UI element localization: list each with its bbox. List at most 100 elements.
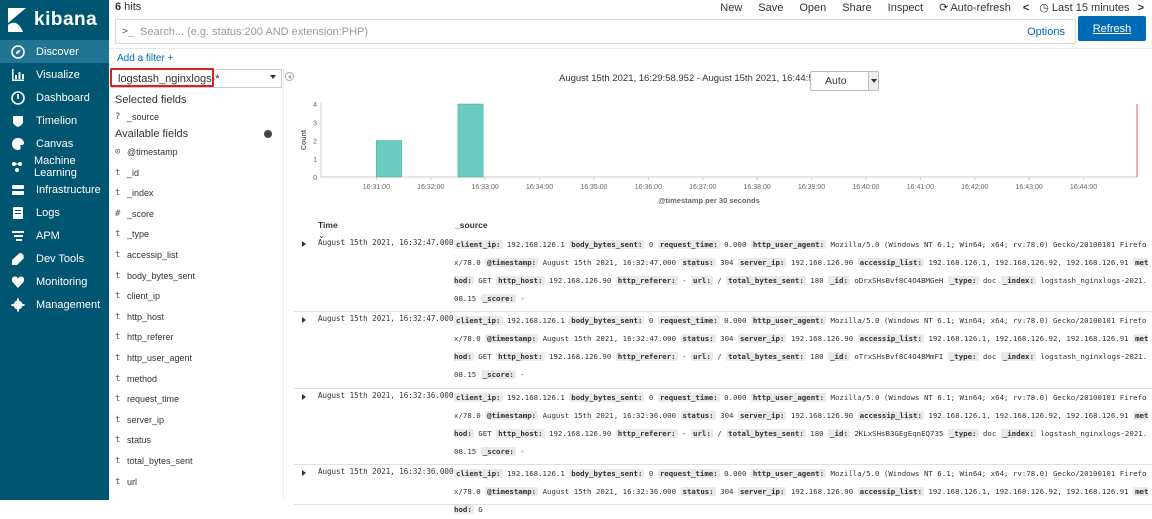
nav-item-dev-tools[interactable]: Dev Tools [0, 247, 109, 270]
source-field-key: @timestamp: [485, 258, 539, 267]
inspect-button[interactable]: Inspect [888, 2, 923, 14]
source-field-value: 0 [648, 240, 654, 249]
save-button[interactable]: Save [758, 2, 783, 14]
field-item-request-time[interactable]: t request_time [115, 392, 179, 406]
field-name: _type [127, 229, 150, 240]
x-tick-label: 16:40:00 [852, 184, 879, 191]
gear-icon[interactable] [264, 130, 272, 138]
table-row[interactable]: August 15th 2021, 16:32:47.000 client_ip:… [294, 312, 1152, 389]
refresh-button[interactable]: Refresh [1078, 16, 1146, 41]
expand-row-icon[interactable] [302, 317, 306, 323]
table-row[interactable]: August 15th 2021, 16:32:36.000 client_ip:… [294, 465, 1152, 514]
nav-item-label: Dev Tools [36, 252, 85, 265]
source-field-key: http_host: [496, 352, 545, 361]
expand-row-icon[interactable] [302, 470, 306, 476]
source-field-value: - [520, 294, 525, 303]
source-field-key: url: [691, 429, 713, 438]
field-name: method [127, 373, 158, 384]
field-item-score[interactable]: # _score [115, 207, 154, 221]
source-field-key: _index: [1000, 352, 1036, 361]
nav-item-label: APM [36, 229, 60, 242]
chevron-right-icon[interactable]: > [1138, 2, 1144, 14]
expand-row-icon[interactable] [302, 394, 306, 400]
nav-item-label: Discover [36, 45, 79, 58]
field-item-method[interactable]: t method [115, 372, 157, 386]
source-field-key: request_time: [657, 316, 720, 325]
source-field-value: oDrxSHsBvf8C4O4BMGeH [854, 276, 944, 285]
field-item-url[interactable]: t url [115, 475, 137, 489]
hits-label: hits [121, 1, 142, 13]
auto-refresh-button[interactable]: ⟳ Auto-refresh [939, 1, 1011, 15]
add-filter-button[interactable]: Add a filter + [117, 53, 173, 64]
expand-row-icon[interactable] [302, 241, 306, 247]
field-item-http-referer[interactable]: t http_referer [115, 330, 174, 344]
x-tick-label: 16:43:00 [1016, 184, 1043, 191]
field-item-body-bytes-sent[interactable]: t body_bytes_sent [115, 269, 195, 283]
field-item-id[interactable]: t _id [115, 166, 139, 180]
source-field-key: _id: [828, 429, 850, 438]
nav-item-apm[interactable]: APM [0, 224, 109, 247]
field-item-source[interactable]: ? _source [115, 110, 159, 124]
source-field-value: - [682, 429, 687, 438]
field-item-index[interactable]: t _index [115, 186, 154, 200]
source-field-value: 192.168.126.90 [790, 258, 854, 267]
source-field-key: body_bytes_sent: [569, 393, 645, 402]
console-icon: >_ [121, 26, 135, 37]
source-field-key: _score: [480, 370, 516, 379]
field-item-http-host[interactable]: t http_host [115, 310, 164, 324]
source-field-value: 0 [648, 393, 654, 402]
collapse-sidebar-button[interactable] [285, 72, 294, 81]
field-item-status[interactable]: t status [115, 433, 151, 447]
source-field-key: request_time: [657, 240, 720, 249]
share-button[interactable]: Share [842, 2, 871, 14]
nav-item-dashboard[interactable]: Dashboard [0, 86, 109, 109]
source-field-value: / [717, 276, 722, 285]
field-name: _source [127, 112, 160, 122]
nav-item-infrastructure[interactable]: Infrastructure [0, 178, 109, 201]
field-name: _score [127, 208, 155, 219]
x-tick-label: 16:37:00 [689, 184, 716, 191]
nav-item-monitoring[interactable]: Monitoring [0, 270, 109, 293]
field-item-timestamp[interactable]: ⊙ @timestamp [115, 145, 178, 159]
source-field-key: http_host: [496, 429, 545, 438]
field-type-icon: # [115, 208, 121, 219]
table-row[interactable]: August 15th 2021, 16:32:47.000 client_ip:… [294, 236, 1152, 312]
chevron-left-icon[interactable]: < [1023, 2, 1029, 14]
y-tick-label: 2 [313, 139, 317, 146]
open-button[interactable]: Open [799, 2, 826, 14]
source-field-key: client_ip: [454, 393, 503, 402]
nav-item-canvas[interactable]: Canvas [0, 132, 109, 155]
nav-item-machine-learning[interactable]: Machine Learning [0, 155, 109, 179]
field-item-type[interactable]: t _type [115, 227, 149, 241]
time-picker[interactable]: ◷ Last 15 minutes [1039, 1, 1129, 15]
nav-item-visualize[interactable]: Visualize [0, 63, 109, 86]
field-item-accessip-list[interactable]: t accessip_list [115, 248, 178, 262]
source-field-key: total_bytes_sent: [726, 429, 806, 438]
new-button[interactable]: New [720, 2, 742, 14]
source-field-value: / [717, 429, 722, 438]
brand[interactable]: kibana [0, 0, 109, 40]
field-type-icon: t [115, 311, 121, 322]
nav-item-management[interactable]: Management [0, 293, 109, 316]
nav-item-discover[interactable]: Discover [0, 40, 109, 63]
nav-item-logs[interactable]: Logs [0, 201, 109, 224]
apm-icon [10, 228, 26, 244]
field-item-http-user-agent[interactable]: t http_user_agent [115, 351, 192, 365]
table-row[interactable]: August 15th 2021, 16:32:36.000 client_ip:… [294, 389, 1152, 465]
x-tick-label: 16:35:00 [580, 184, 607, 191]
field-item-total-bytes-sent[interactable]: t total_bytes_sent [115, 454, 193, 468]
search-input[interactable] [140, 21, 1075, 42]
field-item-server-ip[interactable]: t server_ip [115, 413, 164, 427]
top-menu: New Save Open Share Inspect ⟳ Auto-refres… [704, 1, 1144, 15]
source-field-key: body_bytes_sent: [569, 316, 645, 325]
nav-list: Discover Visualize Dashboard Timelion Canvas… [0, 40, 109, 316]
source-field-value: 304 [720, 487, 734, 496]
interval-select[interactable]: Auto [810, 71, 879, 91]
kibana-logo-icon [8, 8, 26, 32]
y-tick-label: 0 [313, 175, 317, 182]
nav-item-timelion[interactable]: Timelion [0, 109, 109, 132]
source-field-value: 180 [810, 276, 824, 285]
options-button[interactable]: Options [1027, 26, 1065, 38]
field-item-client-ip[interactable]: t client_ip [115, 289, 160, 303]
source-field-value: 0 [648, 469, 654, 478]
